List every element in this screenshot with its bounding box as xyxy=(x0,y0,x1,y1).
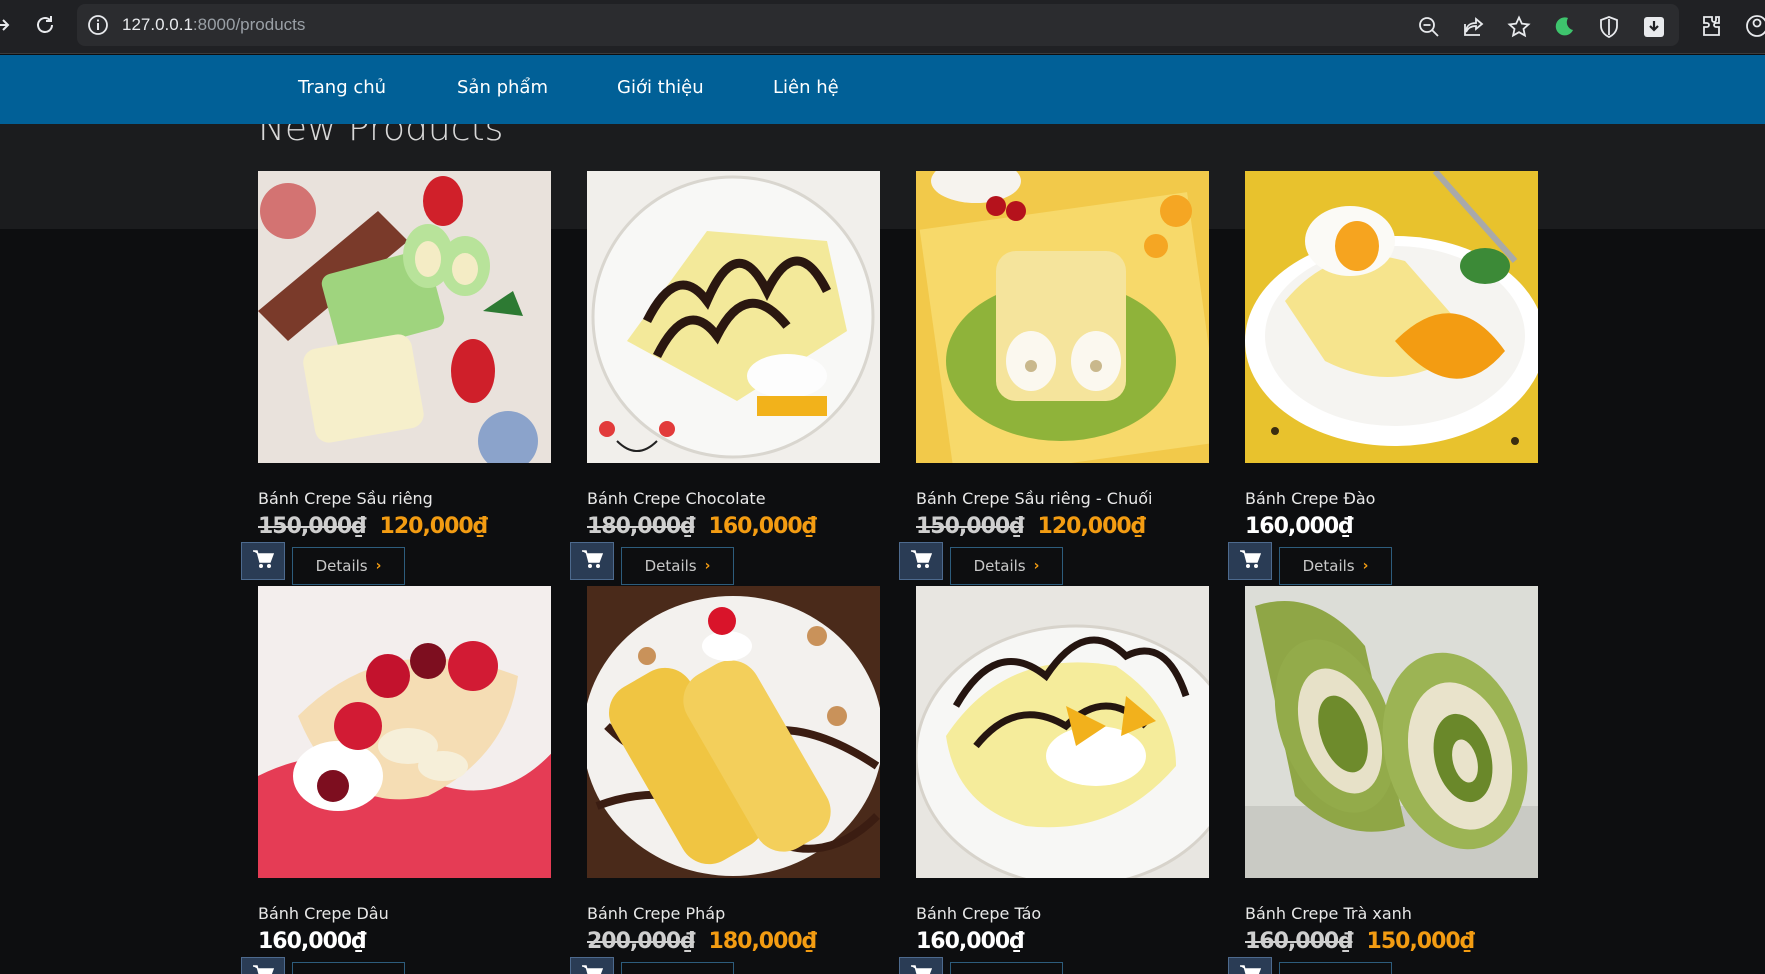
product-image[interactable] xyxy=(1245,171,1538,463)
sale-price: 180,000₫ xyxy=(708,929,818,954)
details-button[interactable]: Details › xyxy=(950,547,1063,585)
cart-icon xyxy=(1239,549,1262,573)
details-label: Details xyxy=(315,557,368,575)
reload-icon[interactable] xyxy=(30,10,60,40)
product-image[interactable] xyxy=(1245,586,1538,878)
old-price: 150,000₫ xyxy=(916,514,1025,539)
nav-item-about[interactable]: Giới thiệu xyxy=(617,77,704,98)
sale-price: 150,000₫ xyxy=(1366,929,1476,954)
cart-icon xyxy=(1239,964,1262,974)
share-icon[interactable] xyxy=(1462,15,1486,39)
product-image[interactable] xyxy=(916,586,1209,878)
details-button[interactable]: Details› xyxy=(950,962,1063,974)
site-info-icon[interactable] xyxy=(87,14,109,36)
nav-item-products[interactable]: Sản phẩm xyxy=(457,77,548,98)
product-name[interactable]: Bánh Crepe Trà xanh xyxy=(1245,904,1412,923)
product-image[interactable] xyxy=(587,586,880,878)
cart-icon xyxy=(581,549,604,573)
cart-icon xyxy=(910,549,933,573)
url-text: 127.0.0.1:8000/products xyxy=(122,15,305,35)
product-name[interactable]: Bánh Crepe Sầu riêng xyxy=(258,489,433,508)
download-icon[interactable] xyxy=(1642,15,1666,39)
product-price: 160,000₫ xyxy=(258,929,367,954)
details-label: Details xyxy=(644,557,697,575)
dark-mode-icon[interactable] xyxy=(1552,15,1576,39)
product-price: 200,000₫ 180,000₫ xyxy=(587,929,818,954)
cart-icon xyxy=(910,964,933,974)
zoom-out-icon[interactable] xyxy=(1417,15,1441,39)
product-name[interactable]: Bánh Crepe Chocolate xyxy=(587,489,766,508)
sale-price: 120,000₫ xyxy=(379,514,489,539)
details-button[interactable]: Details› xyxy=(1279,962,1392,974)
browser-toolbar: 127.0.0.1:8000/products xyxy=(0,0,1765,54)
add-to-cart-button[interactable] xyxy=(899,542,943,580)
product-image[interactable] xyxy=(258,586,551,878)
product-price: 160,000₫ 150,000₫ xyxy=(1245,929,1476,954)
product-price: 150,000₫ 120,000₫ xyxy=(258,514,489,539)
url-host: 127.0.0.1 xyxy=(122,15,193,34)
main-navigation: Trang chủ Sản phẩm Giới thiệu Liên hệ xyxy=(0,55,1765,124)
address-bar[interactable]: 127.0.0.1:8000/products xyxy=(77,4,1679,46)
add-to-cart-button[interactable] xyxy=(570,542,614,580)
old-price: 200,000₫ xyxy=(587,929,696,954)
details-button[interactable]: Details› xyxy=(621,962,734,974)
shield-icon[interactable] xyxy=(1597,15,1621,39)
details-label: Details xyxy=(973,557,1026,575)
url-path: :8000/products xyxy=(192,15,306,34)
product-name[interactable]: Bánh Crepe Táo xyxy=(916,904,1041,923)
add-to-cart-button[interactable] xyxy=(570,957,614,974)
product-name[interactable]: Bánh Crepe Sầu riêng - Chuối xyxy=(916,489,1152,508)
bookmark-star-icon[interactable] xyxy=(1507,15,1531,39)
chevron-right-icon: › xyxy=(1362,558,1369,574)
details-button[interactable]: Details › xyxy=(621,547,734,585)
old-price: 180,000₫ xyxy=(587,514,696,539)
product-image[interactable] xyxy=(587,171,880,463)
add-to-cart-button[interactable] xyxy=(899,957,943,974)
nav-item-contact[interactable]: Liên hệ xyxy=(773,77,839,98)
old-price: 150,000₫ xyxy=(258,514,367,539)
chevron-right-icon: › xyxy=(1033,558,1040,574)
details-button[interactable]: Details › xyxy=(1279,547,1392,585)
price: 160,000₫ xyxy=(1245,514,1354,539)
product-price: 180,000₫ 160,000₫ xyxy=(587,514,818,539)
sale-price: 160,000₫ xyxy=(708,514,818,539)
product-price: 160,000₫ xyxy=(916,929,1025,954)
cart-icon xyxy=(581,964,604,974)
details-label: Details xyxy=(1302,557,1355,575)
cart-icon xyxy=(252,549,275,573)
profile-icon[interactable] xyxy=(1745,14,1765,38)
add-to-cart-button[interactable] xyxy=(1228,957,1272,974)
price: 160,000₫ xyxy=(916,929,1025,954)
add-to-cart-button[interactable] xyxy=(241,957,285,974)
add-to-cart-button[interactable] xyxy=(241,542,285,580)
product-name[interactable]: Bánh Crepe Pháp xyxy=(587,904,725,923)
chevron-right-icon: › xyxy=(375,558,382,574)
add-to-cart-button[interactable] xyxy=(1228,542,1272,580)
product-price: 160,000₫ xyxy=(1245,514,1354,539)
product-image[interactable] xyxy=(916,171,1209,463)
product-price: 150,000₫ 120,000₫ xyxy=(916,514,1147,539)
product-name[interactable]: Bánh Crepe Dâu xyxy=(258,904,389,923)
product-image[interactable] xyxy=(258,171,551,463)
details-button[interactable]: Details › xyxy=(292,547,405,585)
sale-price: 120,000₫ xyxy=(1037,514,1147,539)
cart-icon xyxy=(252,964,275,974)
forward-icon[interactable] xyxy=(0,10,18,40)
extensions-puzzle-icon[interactable] xyxy=(1700,14,1724,38)
chevron-right-icon: › xyxy=(704,558,711,574)
product-name[interactable]: Bánh Crepe Đào xyxy=(1245,489,1375,508)
nav-item-home[interactable]: Trang chủ xyxy=(298,77,386,98)
old-price: 160,000₫ xyxy=(1245,929,1354,954)
price: 160,000₫ xyxy=(258,929,367,954)
details-button[interactable]: Details› xyxy=(292,962,405,974)
